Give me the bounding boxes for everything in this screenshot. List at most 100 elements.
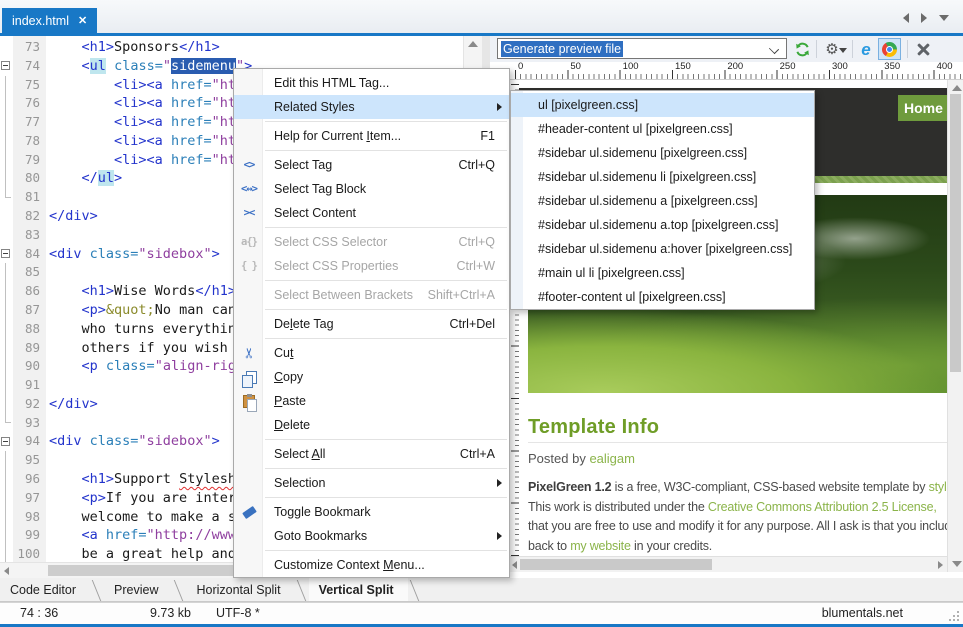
menu-item-paste[interactable]: Paste xyxy=(234,389,509,413)
code-text[interactable]: be a great help and xyxy=(46,545,236,562)
menu-item-select-tag-block[interactable]: <↔>Select Tag Block xyxy=(234,177,509,201)
code-text[interactable]: others if you wish t xyxy=(46,339,244,358)
submenu-item-7[interactable]: #sidebar ul.sidemenu a:hover [pixelgreen… xyxy=(511,237,814,261)
code-text[interactable]: <ul class="sidemenu"> xyxy=(46,57,252,76)
submenu-item-1[interactable]: ul [pixelgreen.css] xyxy=(511,93,814,117)
scroll-up-icon[interactable] xyxy=(468,41,478,47)
preview-mode-combobox[interactable]: Generate preview file xyxy=(497,38,787,59)
code-text[interactable]: </div> xyxy=(46,207,98,226)
settings-dropdown-icon[interactable] xyxy=(839,48,847,53)
submenu-item-4[interactable]: #sidebar ul.sidemenu li [pixelgreen.css] xyxy=(511,165,814,189)
submenu-item-2[interactable]: #header-content ul [pixelgreen.css] xyxy=(511,117,814,141)
code-text[interactable]: <div class="sidebox"> xyxy=(46,432,220,451)
fold-margin xyxy=(0,132,13,151)
submenu-item-8[interactable]: #main ul li [pixelgreen.css] xyxy=(511,261,814,285)
menu-item-cut[interactable]: ✂Cut xyxy=(234,341,509,365)
scroll-tabs-left-icon[interactable] xyxy=(903,13,909,23)
site-text-link[interactable]: styleshout xyxy=(929,480,947,494)
submenu-arrow-icon xyxy=(497,103,502,111)
line-number: 94 xyxy=(13,432,46,451)
submenu-item-3[interactable]: #sidebar ul.sidemenu [pixelgreen.css] xyxy=(511,141,814,165)
site-text-link[interactable]: my website xyxy=(570,539,631,553)
line-number: 82 xyxy=(13,207,46,226)
scroll-left-icon[interactable] xyxy=(4,567,9,575)
editor-hscroll-thumb[interactable] xyxy=(48,565,235,576)
menu-item-copy[interactable]: Copy xyxy=(234,365,509,389)
site-text-link[interactable]: Creative Commons Attribution 2.5 License… xyxy=(708,500,937,514)
submenu-item-5[interactable]: #sidebar ul.sidemenu a [pixelgreen.css] xyxy=(511,189,814,213)
combobox-selected-text: Generate preview file xyxy=(501,41,623,57)
site-home-link[interactable]: Home xyxy=(898,95,947,121)
fold-margin[interactable] xyxy=(0,245,13,264)
menu-item-related-styles[interactable]: Related Styles xyxy=(234,95,509,119)
menu-item-delete[interactable]: Delete xyxy=(234,413,509,437)
close-preview-button[interactable] xyxy=(913,39,933,59)
code-text[interactable] xyxy=(46,451,49,470)
preview-hscroll-thumb[interactable] xyxy=(520,559,712,570)
menu-item-select-css-selector[interactable]: a{}Select CSS SelectorCtrl+Q xyxy=(234,230,509,254)
code-text[interactable]: <h1>Support Stylesh xyxy=(46,470,236,489)
menu-item-goto-bookmarks[interactable]: Goto Bookmarks xyxy=(234,524,509,548)
menu-item-select-css-properties[interactable]: { }Select CSS PropertiesCtrl+W xyxy=(234,254,509,278)
fold-marker-icon[interactable] xyxy=(1,437,10,446)
code-text[interactable]: <div class="sidebox"> xyxy=(46,245,220,264)
open-in-ie-button[interactable]: e xyxy=(856,39,876,59)
code-text[interactable]: <a href="http://www. xyxy=(46,526,244,545)
code-text[interactable]: <h1>Sponsors</h1> xyxy=(46,38,220,57)
tab-index-html[interactable]: index.html ✕ xyxy=(2,8,97,33)
scroll-tabs-right-icon[interactable] xyxy=(921,13,927,23)
view-tab-horizontal-split[interactable]: Horizontal Split xyxy=(186,578,294,601)
code-text[interactable]: </ul> xyxy=(46,169,122,188)
submenu-item-9[interactable]: #footer-content ul [pixelgreen.css] xyxy=(511,285,814,309)
view-tab-code-editor[interactable]: Code Editor xyxy=(0,578,90,601)
preview-vertical-scrollbar[interactable] xyxy=(947,80,963,572)
fold-margin[interactable] xyxy=(0,57,13,76)
menu-item-customize-context-menu[interactable]: Customize Context Menu... xyxy=(234,553,509,577)
scroll-left-icon[interactable] xyxy=(512,561,517,569)
view-tab-preview[interactable]: Preview xyxy=(104,578,172,601)
code-line-73[interactable]: 73 <h1>Sponsors</h1> xyxy=(0,38,482,57)
open-in-chrome-button[interactable] xyxy=(878,38,901,60)
code-text[interactable]: welcome to make a s xyxy=(46,508,236,527)
fold-margin xyxy=(0,263,13,282)
menu-item-select-tag[interactable]: <>Select TagCtrl+Q xyxy=(234,153,509,177)
code-text[interactable] xyxy=(46,414,49,433)
submenu-item-6[interactable]: #sidebar ul.sidemenu a.top [pixelgreen.c… xyxy=(511,213,814,237)
fold-marker-icon[interactable] xyxy=(1,249,10,258)
menu-item-selection[interactable]: Selection xyxy=(234,471,509,495)
tab-list-dropdown-icon[interactable] xyxy=(939,15,949,21)
document-tab-bar: index.html ✕ xyxy=(0,0,963,36)
code-text[interactable] xyxy=(46,188,49,207)
fold-marker-icon[interactable] xyxy=(1,61,10,70)
view-tab-vertical-split[interactable]: Vertical Split xyxy=(309,578,408,601)
site-author-link[interactable]: ealigam xyxy=(589,451,635,466)
brand-link[interactable]: blumentals.net xyxy=(822,606,903,620)
code-text[interactable] xyxy=(46,263,49,282)
scroll-up-icon[interactable] xyxy=(952,85,962,91)
code-text[interactable]: who turns everything xyxy=(46,320,252,339)
code-text[interactable]: <h1>Wise Words</h1> xyxy=(46,282,236,301)
combobox-dropdown-icon[interactable] xyxy=(769,44,779,54)
scroll-right-icon[interactable] xyxy=(938,561,943,569)
menu-item-edit-html-tag[interactable]: Edit this HTML Tag... xyxy=(234,71,509,95)
code-text[interactable] xyxy=(46,226,49,245)
menu-item-select-between-brackets[interactable]: Select Between BracketsShift+Ctrl+A xyxy=(234,283,509,307)
code-text[interactable]: <p>&quot;No man can xyxy=(46,301,244,320)
tab-close-icon[interactable]: ✕ xyxy=(78,14,87,27)
preview-horizontal-scrollbar[interactable] xyxy=(508,556,947,572)
resize-grip[interactable] xyxy=(949,611,959,621)
menu-item-select-content[interactable]: ><Select Content xyxy=(234,201,509,225)
scroll-down-icon[interactable] xyxy=(952,561,962,567)
menu-item-delete-tag[interactable]: Delete TagCtrl+Del xyxy=(234,312,509,336)
code-text[interactable] xyxy=(46,376,49,395)
preview-vscroll-thumb[interactable] xyxy=(950,94,961,372)
code-text[interactable]: </div> xyxy=(46,395,98,414)
menu-item-select-all[interactable]: Select AllCtrl+A xyxy=(234,442,509,466)
menu-item-help-current-item[interactable]: Help for Current Item...F1 xyxy=(234,124,509,148)
code-text[interactable]: <p class="align-right" xyxy=(46,357,260,376)
code-text[interactable]: <p>If you are inter xyxy=(46,489,236,508)
fold-margin[interactable] xyxy=(0,432,13,451)
site-paragraph-line: This work is distributed under the Creat… xyxy=(528,498,947,518)
refresh-preview-button[interactable] xyxy=(792,39,812,59)
menu-item-toggle-bookmark[interactable]: Toggle Bookmark xyxy=(234,500,509,524)
